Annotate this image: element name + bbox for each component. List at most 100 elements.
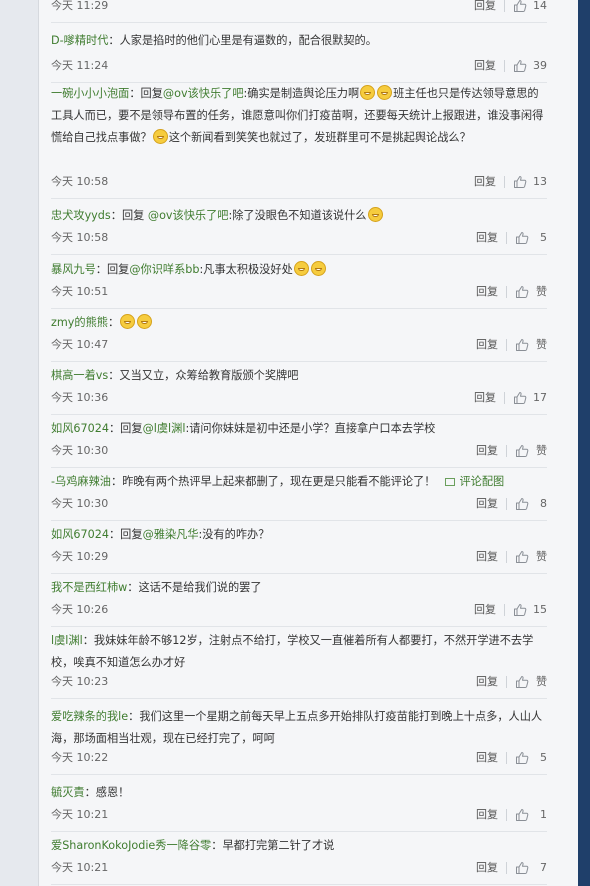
comment-actions: 回复 15 [474,599,547,621]
reply-button[interactable]: 回复 [476,546,498,568]
thumbs-up-icon[interactable] [515,675,529,689]
thumbs-up-icon[interactable] [515,497,529,511]
comment-username[interactable]: 忠犬攻yyds [51,209,111,222]
thumbs-up-icon[interactable] [515,444,529,458]
thumbs-up-icon[interactable] [515,231,529,245]
thumbs-up-icon[interactable] [513,603,527,617]
divider [506,862,507,874]
comment-meta: 今天 10:26 回复 15 [51,599,547,621]
comment-actions: 回复 5 [476,227,547,249]
comment-item: 今天 11:29 回复 14 [51,0,547,23]
thumbs-up-icon[interactable] [513,59,527,73]
mention-link[interactable]: @ov该快乐了吧 [148,209,229,222]
comment-timestamp: 今天 10:30 [51,497,109,510]
thumbs-up-icon[interactable] [515,808,529,822]
reply-button[interactable]: 回复 [476,281,498,303]
divider [506,498,507,510]
comment-body: 回复 [106,263,130,276]
comment-username[interactable]: -乌鸡麻辣油 [51,475,111,488]
page: 今天 11:29 回复 14 D-嗲精时代：人家是掐时的他们心里是有逼数的，配合很默契… [0,0,590,886]
reply-button[interactable]: 回复 [476,227,498,249]
divider [504,176,505,188]
reply-button[interactable]: 回复 [476,857,498,879]
comment-image-link[interactable]: 评论配图 [445,475,504,488]
comment-username[interactable]: 一碗小小小泡面 [51,87,129,100]
reply-button[interactable]: 回复 [474,599,496,621]
thumbs-up-icon[interactable] [513,0,527,13]
comment-username[interactable]: 爱吃辣条的我le [51,710,128,723]
comment-text: 爱SharonKokoJodie秀一降谷零：早都打完第二针了才说 [51,835,547,857]
image-icon [445,478,456,486]
comment-meta: 今天 10:21 回复 7 [51,857,547,879]
comment-item: 毓灭責：感恩！ 今天 10:21 回复 1 [51,782,547,832]
comment-actions: 回复 39 [474,55,547,77]
mention-link[interactable]: @ov该快乐了吧 [163,87,244,100]
reply-button[interactable]: 回复 [474,0,496,17]
username-colon: ： [107,316,120,329]
comment-username[interactable]: D-嗲精时代 [51,34,108,47]
comment-actions: 回复 13 [474,171,547,193]
username-colon: ： [129,87,141,100]
like-count: 赞 [536,675,547,688]
comment-username[interactable]: 爱SharonKokoJodie秀一降谷零 [51,839,211,852]
comment-meta: 今天 10:23 回复 赞 [51,671,547,693]
thumbs-up-icon[interactable] [515,285,529,299]
comment-username[interactable]: l虞l渊l [51,634,83,647]
username-colon: ： [211,839,223,852]
mention-link[interactable]: @你识咩系bb [129,263,199,276]
comment-timestamp: 今天 10:51 [51,285,109,298]
comment-text: D-嗲精时代：人家是掐时的他们心里是有逼数的，配合很默契的。 [51,30,547,52]
thumbs-up-icon[interactable] [515,751,529,765]
reply-button[interactable]: 回复 [476,440,498,462]
comment-meta: 今天 11:29 回复 14 [51,0,547,17]
reply-button[interactable]: 回复 [476,334,498,356]
comment-meta: 今天 10:58 回复 5 [51,227,547,249]
comment-timestamp: 今天 11:29 [51,0,109,12]
comment-text: -乌鸡麻辣油：昨晚有两个热评早上起来都删了，现在更是只能看不能评论了！ 评论配图 [51,471,547,493]
comment-username[interactable]: 毓灭責 [51,786,85,799]
username-colon: ： [110,475,123,488]
divider [506,339,507,351]
divider [504,604,505,616]
thumbs-up-icon[interactable] [513,391,527,405]
reply-button[interactable]: 回复 [476,671,498,693]
comment-body: :请问你妹妹是初中还是小学？直接拿户口本去学校 [185,422,436,435]
comment-username[interactable]: 我不是西红柿w [51,581,127,594]
thumbs-up-icon[interactable] [513,175,527,189]
divider [506,232,507,244]
comment-meta: 今天 10:36 回复 17 [51,387,547,409]
comment-item: 如风67024：回复@雅染凡华:没有的咋办？ 今天 10:29 回复赞 [51,524,547,574]
reply-button[interactable]: 回复 [474,55,496,77]
reply-button[interactable]: 回复 [476,493,498,515]
username-colon: ： [82,634,94,647]
comment-item: 爱SharonKokoJodie秀一降谷零：早都打完第二针了才说 今天 10:21… [51,835,547,885]
thumbs-up-icon[interactable] [515,861,529,875]
like-count: 15 [533,603,547,616]
comment-image-label: 评论配图 [459,475,505,488]
comment-body: 感恩！ [95,786,130,799]
reply-button[interactable]: 回复 [476,804,498,826]
reply-button[interactable]: 回复 [474,171,496,193]
comment-username[interactable]: 如风67024 [51,422,109,435]
comment-text: 爱吃辣条的我le：我们这里一个星期之前每天早上五点多开始排队打疫苗能打到晚上十点… [51,706,547,750]
scrollbar[interactable] [578,0,590,886]
comment-username[interactable]: 棋高一着vs [51,369,108,382]
mention-link[interactable]: @l虞l渊l [143,422,186,435]
laugh-emoji-icon [377,85,393,100]
mention-link[interactable]: @雅染凡华 [143,528,199,541]
comment-username[interactable]: 暴风九号 [51,263,96,276]
like-count: 赞 [536,285,547,298]
comment-body: 人家是掐时的他们心里是有逼数的，配合很默契的。 [119,34,377,47]
reply-button[interactable]: 回复 [474,387,496,409]
comment-text: 如风67024：回复@雅染凡华:没有的咋办？ [51,524,547,546]
like-count: 赞 [536,550,547,563]
thumbs-up-icon[interactable] [515,338,529,352]
comment-username[interactable]: 如风67024 [51,528,109,541]
comment-meta: 今天 10:30 回复 赞 [51,440,547,462]
reply-button[interactable]: 回复 [476,747,498,769]
comment-text: 棋高一着vs：又当又立，众筹给教育版颁个奖牌吧 [51,365,547,387]
comment-timestamp: 今天 10:58 [51,175,109,188]
comment-username[interactable]: zmy的熊熊 [51,316,108,329]
thumbs-up-icon[interactable] [515,550,529,564]
comment-body: 回复 [121,209,148,222]
